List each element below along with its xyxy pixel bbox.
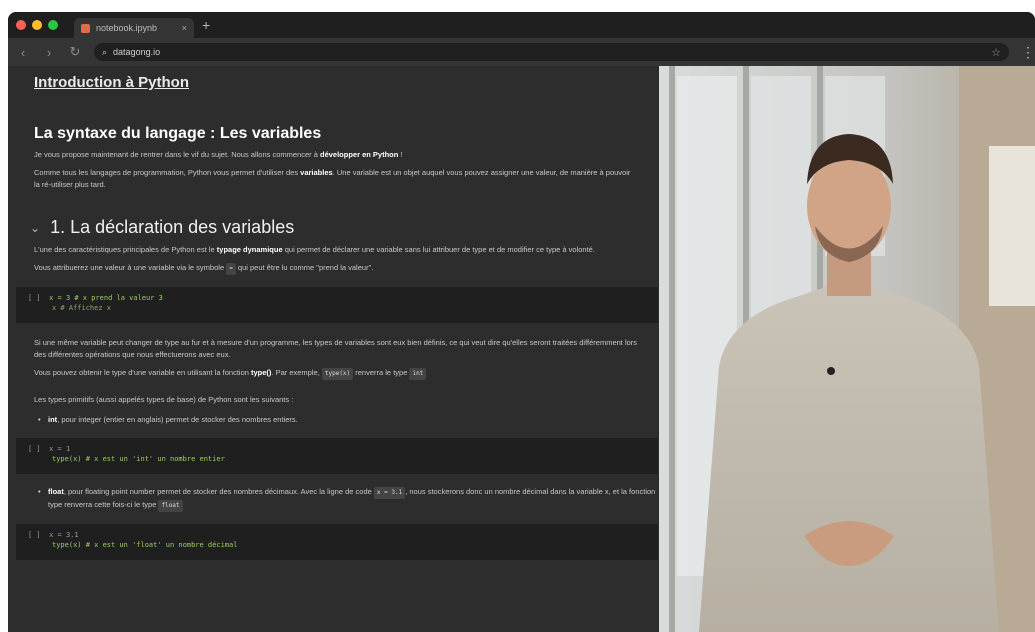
url-text: datagong.io [113,47,161,57]
code-cell-3[interactable]: [ ] x = 3.1 type(x) # x est un 'float' u… [16,524,658,560]
paragraph-types: Si une même variable peut changer de typ… [34,338,638,359]
code-line: x # Affichez x [52,304,112,312]
bookmark-star-icon[interactable]: ☆ [991,46,1001,59]
minimize-window-button[interactable] [32,20,42,30]
run-cell-button[interactable]: [ ] [28,445,41,453]
forward-button[interactable]: › [42,45,56,60]
paragraph-primitive-types: Les types primitifs (aussi appelés types… [34,395,294,404]
code-line: x = 1 [49,445,71,453]
tab-close-icon[interactable]: × [182,23,187,33]
favicon-icon [81,23,90,33]
instructor-video[interactable] [659,66,1035,632]
reload-button[interactable]: ↻ [68,44,82,60]
paragraph-assignment: Vous attribuerez une valeur à une variab… [34,262,658,275]
close-window-button[interactable] [16,20,26,30]
code-cell-2[interactable]: [ ] x = 1 type(x) # x est un 'int' un no… [16,438,658,474]
code-line: x = 3.1 [49,531,79,539]
new-tab-button[interactable]: + [202,18,210,32]
run-cell-button[interactable]: [ ] [28,294,41,302]
tab-title: notebook.ipynb [96,23,158,33]
code-line: x = 3 # x prend la valeur 3 [49,294,163,302]
address-bar[interactable]: ⌕ datagong.io ☆ [94,43,1009,61]
browser-window: notebook.ipynb × + ‹ › ↻ ⌕ datagong.io ☆… [8,12,1035,632]
intro-paragraph-2: Comme tous les langages de programmation… [34,168,631,189]
subsection-title: 1. La déclaration des variables [50,217,295,237]
paragraph-dynamic-typing: L'une des caractéristiques principales d… [34,245,595,254]
course-title[interactable]: Introduction à Python [34,74,658,91]
paragraph-type-function: Vous pouvez obtenir le type d'une variab… [34,367,658,380]
list-item-int: int, pour integer (entier en anglais) pe… [34,414,658,426]
search-icon: ⌕ [102,46,108,57]
section-title: La syntaxe du langage : Les variables [34,125,322,142]
code-cell-1[interactable]: [ ] x = 3 # x prend la valeur 3 x # Affi… [16,287,658,323]
subsection-heading[interactable]: ⌄ 1. La déclaration des variables [30,217,658,238]
code-line: type(x) # x est un 'float' un nombre déc… [52,541,238,549]
browser-toolbar: ‹ › ↻ ⌕ datagong.io ☆ ⋮ [8,38,1035,66]
browser-menu-icon[interactable]: ⋮ [1021,44,1035,61]
instructor-video-frame [659,66,1035,632]
collapse-chevron-icon[interactable]: ⌄ [30,221,40,235]
list-item-float: float, pour floating point number permet… [34,486,658,512]
browser-tab[interactable]: notebook.ipynb × [74,18,194,38]
back-button[interactable]: ‹ [16,45,30,60]
title-bar: notebook.ipynb × + [8,12,1035,38]
maximize-window-button[interactable] [48,20,58,30]
intro-paragraph-1: Je vous propose maintenant de rentrer da… [34,150,403,159]
run-cell-button[interactable]: [ ] [28,531,41,539]
notebook-pane[interactable]: Introduction à Python La syntaxe du lang… [8,66,658,632]
window-controls [16,20,58,30]
code-line: type(x) # x est un 'int' un nombre entie… [52,455,225,463]
